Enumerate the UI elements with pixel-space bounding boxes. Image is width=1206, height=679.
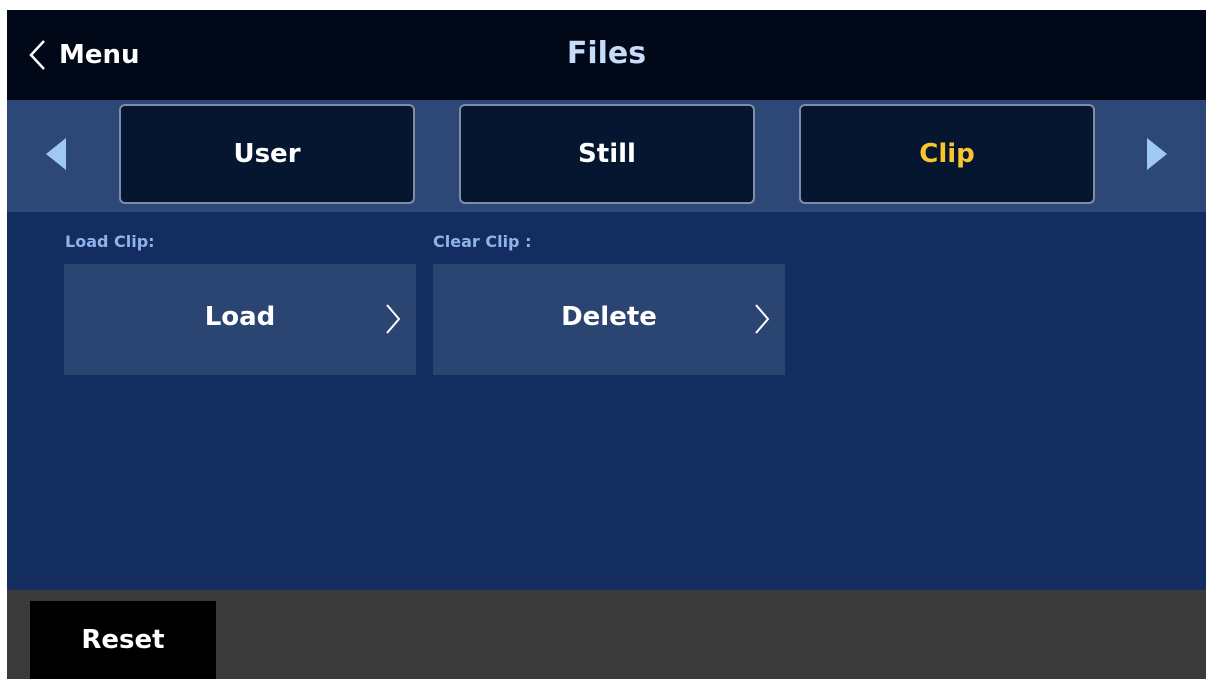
delete-button-label: Delete — [561, 302, 657, 332]
reset-button[interactable]: Reset — [30, 601, 216, 679]
tab-scroll-right-button[interactable] — [1145, 136, 1169, 176]
tab-bar: User Still Clip — [7, 100, 1206, 212]
delete-button[interactable]: Delete — [433, 264, 785, 375]
tab-user[interactable]: User — [119, 104, 415, 204]
triangle-left-icon — [46, 138, 66, 170]
triangle-right-icon — [1147, 138, 1167, 170]
clear-clip-label: Clear Clip : — [433, 232, 532, 251]
tab-still-label: Still — [578, 139, 636, 169]
tab-user-label: User — [233, 139, 301, 169]
load-button[interactable]: Load — [64, 264, 416, 375]
tab-clip-label: Clip — [919, 139, 975, 169]
reset-button-label: Reset — [81, 625, 165, 655]
header-bar: Menu Files — [7, 10, 1206, 100]
bottom-bar: Reset — [7, 590, 1206, 679]
files-screen: Menu Files User Still Clip Load Clip: Lo… — [7, 10, 1206, 679]
chevron-right-icon — [386, 304, 401, 334]
chevron-right-icon — [755, 304, 770, 334]
load-button-label: Load — [204, 302, 276, 332]
tab-scroll-left-button[interactable] — [44, 136, 68, 176]
tab-clip[interactable]: Clip — [799, 104, 1095, 204]
page-title: Files — [566, 36, 647, 71]
load-clip-label: Load Clip: — [65, 232, 155, 251]
tab-still[interactable]: Still — [459, 104, 755, 204]
